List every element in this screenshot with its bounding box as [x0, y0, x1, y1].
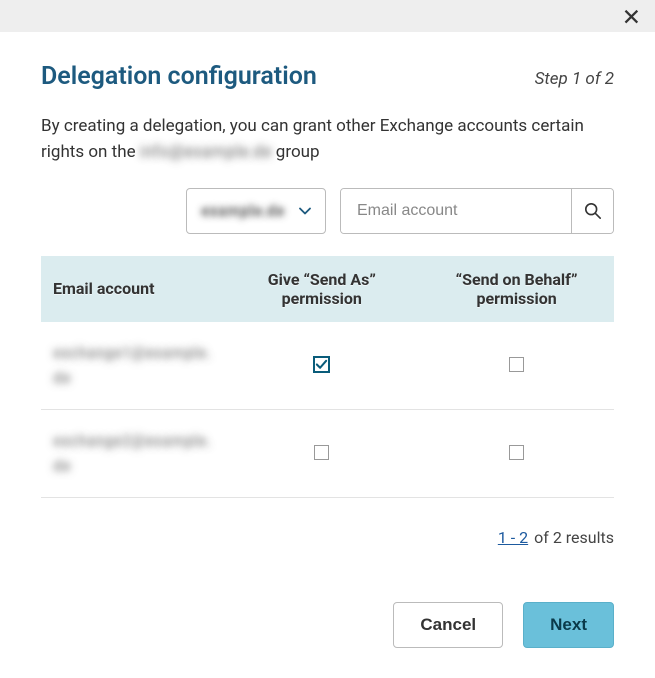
search-button[interactable] — [571, 189, 613, 233]
pagination-range-link[interactable]: 1 - 2 — [498, 528, 528, 547]
pagination-suffix: of 2 results — [534, 528, 614, 547]
search-icon — [584, 202, 602, 220]
modal-content: Delegation configuration Step 1 of 2 By … — [0, 32, 655, 678]
header-row: Delegation configuration Step 1 of 2 — [41, 62, 614, 91]
send-as-checkbox[interactable] — [313, 356, 331, 374]
permissions-table: Email account Give “Send As” permission … — [41, 256, 614, 498]
controls-row: example.de — [41, 188, 614, 234]
row-email: exchange1@example.de — [53, 340, 212, 391]
description-after: group — [272, 142, 320, 162]
description-text: By creating a delegation, you can grant … — [41, 113, 614, 166]
col-send-as[interactable]: Give “Send As” permission — [224, 256, 419, 322]
row-email: exchange2@example.de — [53, 428, 212, 479]
next-button[interactable]: Next — [523, 602, 614, 648]
step-indicator: Step 1 of 2 — [535, 69, 614, 89]
checkbox-unchecked-icon — [314, 445, 329, 460]
chevron-down-icon — [299, 205, 311, 217]
col-email[interactable]: Email account — [41, 256, 224, 322]
send-on-behalf-checkbox[interactable] — [508, 355, 526, 373]
description-group: info@example.de — [140, 142, 272, 162]
send-as-checkbox[interactable] — [313, 443, 331, 461]
search-input[interactable] — [341, 189, 571, 233]
col-send-on-behalf[interactable]: “Send on Behalf” permission — [419, 256, 614, 322]
close-icon[interactable]: ✕ — [614, 2, 649, 33]
modal-title: Delegation configuration — [41, 62, 317, 91]
dropdown-selected: example.de — [201, 201, 284, 220]
cancel-button[interactable]: Cancel — [393, 602, 503, 648]
table-header-row: Email account Give “Send As” permission … — [41, 256, 614, 322]
pagination: 1 - 2 of 2 results — [41, 528, 614, 547]
table-row: exchange2@example.de — [41, 409, 614, 497]
checkbox-unchecked-icon — [509, 357, 524, 372]
modal-top-bar: ✕ — [0, 0, 655, 32]
checkbox-unchecked-icon — [509, 445, 524, 460]
checkbox-checked-icon — [313, 356, 330, 373]
search-group — [340, 188, 614, 234]
send-on-behalf-checkbox[interactable] — [508, 443, 526, 461]
domain-dropdown[interactable]: example.de — [186, 188, 326, 234]
table-row: exchange1@example.de — [41, 322, 614, 410]
footer-row: Cancel Next — [41, 602, 614, 648]
